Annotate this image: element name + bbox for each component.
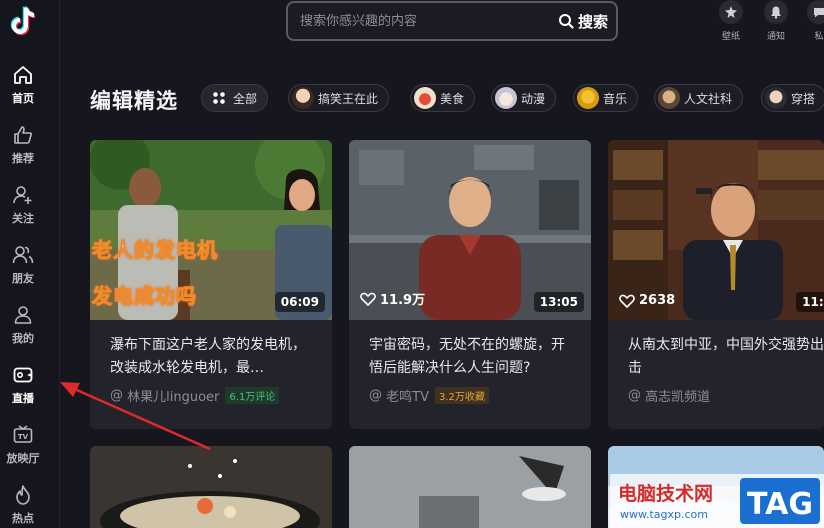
avatar-music-icon bbox=[577, 87, 599, 109]
chip-label: 音乐 bbox=[603, 91, 628, 106]
grid-icon bbox=[213, 92, 225, 104]
category-chip-fashion[interactable]: 穿搭 bbox=[761, 84, 824, 112]
video-title[interactable]: 瀑布下面这户老人家的发电机，改装成水轮发电机，最… bbox=[110, 334, 316, 380]
watermark: TAG 电脑技术网 www.tagxp.com bbox=[610, 474, 824, 528]
sidebar-item-recommend[interactable]: 推荐 bbox=[0, 124, 46, 166]
notification-button[interactable]: 通知 bbox=[756, 0, 796, 42]
sidebar-item-label: 热点 bbox=[12, 512, 34, 525]
avatar-humanities-icon bbox=[658, 87, 680, 109]
avatar-food-icon bbox=[414, 87, 436, 109]
wallpaper-icon bbox=[725, 6, 737, 18]
video-card[interactable]: 11.9万 13:05 宇宙密码，无处不在的螺旋，开悟后能解决什么人生问题? @… bbox=[349, 140, 591, 429]
video-title[interactable]: 从南太到中亚，中国外交强势出击 bbox=[628, 334, 824, 380]
thumbs-up-icon bbox=[14, 126, 32, 144]
video-author[interactable]: @ 林果儿linguoer 6.1万评论 bbox=[110, 386, 280, 405]
video-duration: 11:2 bbox=[796, 292, 824, 312]
user-plus-icon bbox=[13, 186, 32, 204]
video-likes: 11.9万 bbox=[360, 289, 425, 308]
search-icon bbox=[558, 14, 574, 29]
video-card[interactable] bbox=[349, 446, 591, 528]
message-icon bbox=[814, 8, 824, 18]
sidebar-item-hot[interactable]: 热点 bbox=[0, 484, 46, 526]
svg-text:TV: TV bbox=[18, 433, 29, 441]
friends-icon bbox=[12, 246, 34, 264]
video-overlay-caption: 老人的发电机 bbox=[92, 238, 218, 263]
sidebar-item-label: 放映厅 bbox=[6, 452, 40, 465]
author-name: 高志凯频道 bbox=[645, 390, 711, 405]
author-name: 林果儿linguoer bbox=[127, 390, 220, 405]
video-title[interactable]: 宇宙密码，无处不在的螺旋，开悟后能解决什么人生问题? bbox=[369, 334, 575, 380]
live-tv-icon bbox=[13, 367, 33, 383]
sidebar-item-label: 首页 bbox=[12, 92, 34, 105]
notification-label: 通知 bbox=[766, 32, 785, 42]
home-icon bbox=[14, 66, 32, 84]
video-card[interactable]: 老人的发电机 发电成功吗 06:09 瀑布下面这户老人家的发电机，改装成水轮发电… bbox=[90, 140, 332, 429]
sidebar-item-mine[interactable]: 我的 bbox=[0, 304, 46, 346]
avatar-fashion-icon bbox=[765, 87, 787, 109]
category-chip-anime[interactable]: 动漫 bbox=[491, 84, 557, 112]
chip-label: 穿搭 bbox=[791, 91, 816, 106]
chip-label: 全部 bbox=[233, 91, 258, 106]
sidebar-item-live[interactable]: 直播 bbox=[0, 364, 46, 406]
video-thumbnail: 老人的发电机 发电成功吗 06:09 bbox=[90, 140, 332, 320]
search-button[interactable]: 搜索 bbox=[558, 10, 608, 32]
author-name: 老鸣TV bbox=[386, 390, 429, 405]
sidebar-item-friends[interactable]: 朋友 bbox=[0, 244, 46, 286]
stat-badge: 6.1万评论 bbox=[225, 387, 280, 404]
watermark-tag: TAG bbox=[747, 487, 813, 522]
video-thumbnail bbox=[90, 446, 332, 528]
video-duration: 13:05 bbox=[533, 292, 584, 312]
message-button[interactable]: 私 bbox=[799, 0, 824, 42]
category-chip-food[interactable]: 美食 bbox=[410, 84, 476, 112]
video-duration: 06:09 bbox=[274, 292, 325, 312]
chip-label: 动漫 bbox=[521, 91, 546, 106]
video-author[interactable]: @ 老鸣TV 3.2万收藏 bbox=[369, 386, 489, 405]
video-overlay-caption: 发电成功吗 bbox=[92, 284, 197, 309]
heart-icon bbox=[360, 292, 376, 306]
wallpaper-button[interactable]: 壁纸 bbox=[711, 0, 751, 42]
section-title: 编辑精选 bbox=[90, 89, 178, 113]
chip-label: 美食 bbox=[440, 91, 465, 106]
video-thumbnail bbox=[349, 446, 591, 528]
sidebar-item-label: 我的 bbox=[12, 332, 34, 345]
search-box: 搜索 bbox=[286, 1, 618, 41]
avatar-funny-icon bbox=[292, 87, 314, 109]
category-chip-all[interactable]: 全部 bbox=[201, 84, 269, 112]
wallpaper-label: 壁纸 bbox=[721, 32, 740, 42]
sidebar-item-label: 推荐 bbox=[12, 152, 34, 165]
bell-icon bbox=[771, 6, 781, 19]
chip-label: 搞笑王在此 bbox=[318, 91, 379, 106]
sidebar-item-home[interactable]: 首页 bbox=[0, 64, 46, 106]
category-chip-funny[interactable]: 搞笑王在此 bbox=[288, 84, 390, 112]
video-card[interactable] bbox=[90, 446, 332, 528]
category-chip-humanities[interactable]: 人文社科 bbox=[654, 84, 744, 112]
sidebar-item-label: 朋友 bbox=[12, 272, 34, 285]
sidebar: 首页 推荐 关注 朋友 我的 直播 TV 放映厅 热点 bbox=[0, 0, 60, 528]
sidebar-item-label: 关注 bbox=[12, 212, 34, 225]
chip-label: 人文社科 bbox=[684, 91, 733, 106]
sidebar-item-theater[interactable]: TV 放映厅 bbox=[0, 424, 46, 466]
video-thumbnail: 2638 11:2 bbox=[608, 140, 824, 320]
tv-icon: TV bbox=[13, 425, 33, 443]
video-likes: 2638 bbox=[619, 293, 675, 308]
video-card[interactable]: 2638 11:2 从南太到中亚，中国外交强势出击 @ 高志凯频道 bbox=[608, 140, 824, 429]
sidebar-item-label: 直播 bbox=[12, 392, 34, 405]
video-thumbnail: 11.9万 13:05 bbox=[349, 140, 591, 320]
sidebar-item-follow[interactable]: 关注 bbox=[0, 184, 46, 226]
category-chip-music[interactable]: 音乐 bbox=[573, 84, 639, 112]
video-author[interactable]: @ 高志凯频道 bbox=[628, 386, 710, 405]
watermark-url: www.tagxp.com bbox=[620, 508, 708, 521]
watermark-site-name: 电脑技术网 bbox=[618, 482, 713, 505]
message-label: 私 bbox=[814, 32, 824, 42]
flame-icon bbox=[16, 485, 30, 505]
search-button-label: 搜索 bbox=[577, 12, 608, 31]
stat-badge: 3.2万收藏 bbox=[434, 387, 489, 404]
douyin-logo-icon[interactable] bbox=[9, 5, 39, 39]
heart-icon bbox=[619, 294, 635, 308]
user-icon bbox=[14, 306, 32, 324]
avatar-anime-icon bbox=[495, 87, 517, 109]
search-input[interactable] bbox=[300, 11, 540, 31]
